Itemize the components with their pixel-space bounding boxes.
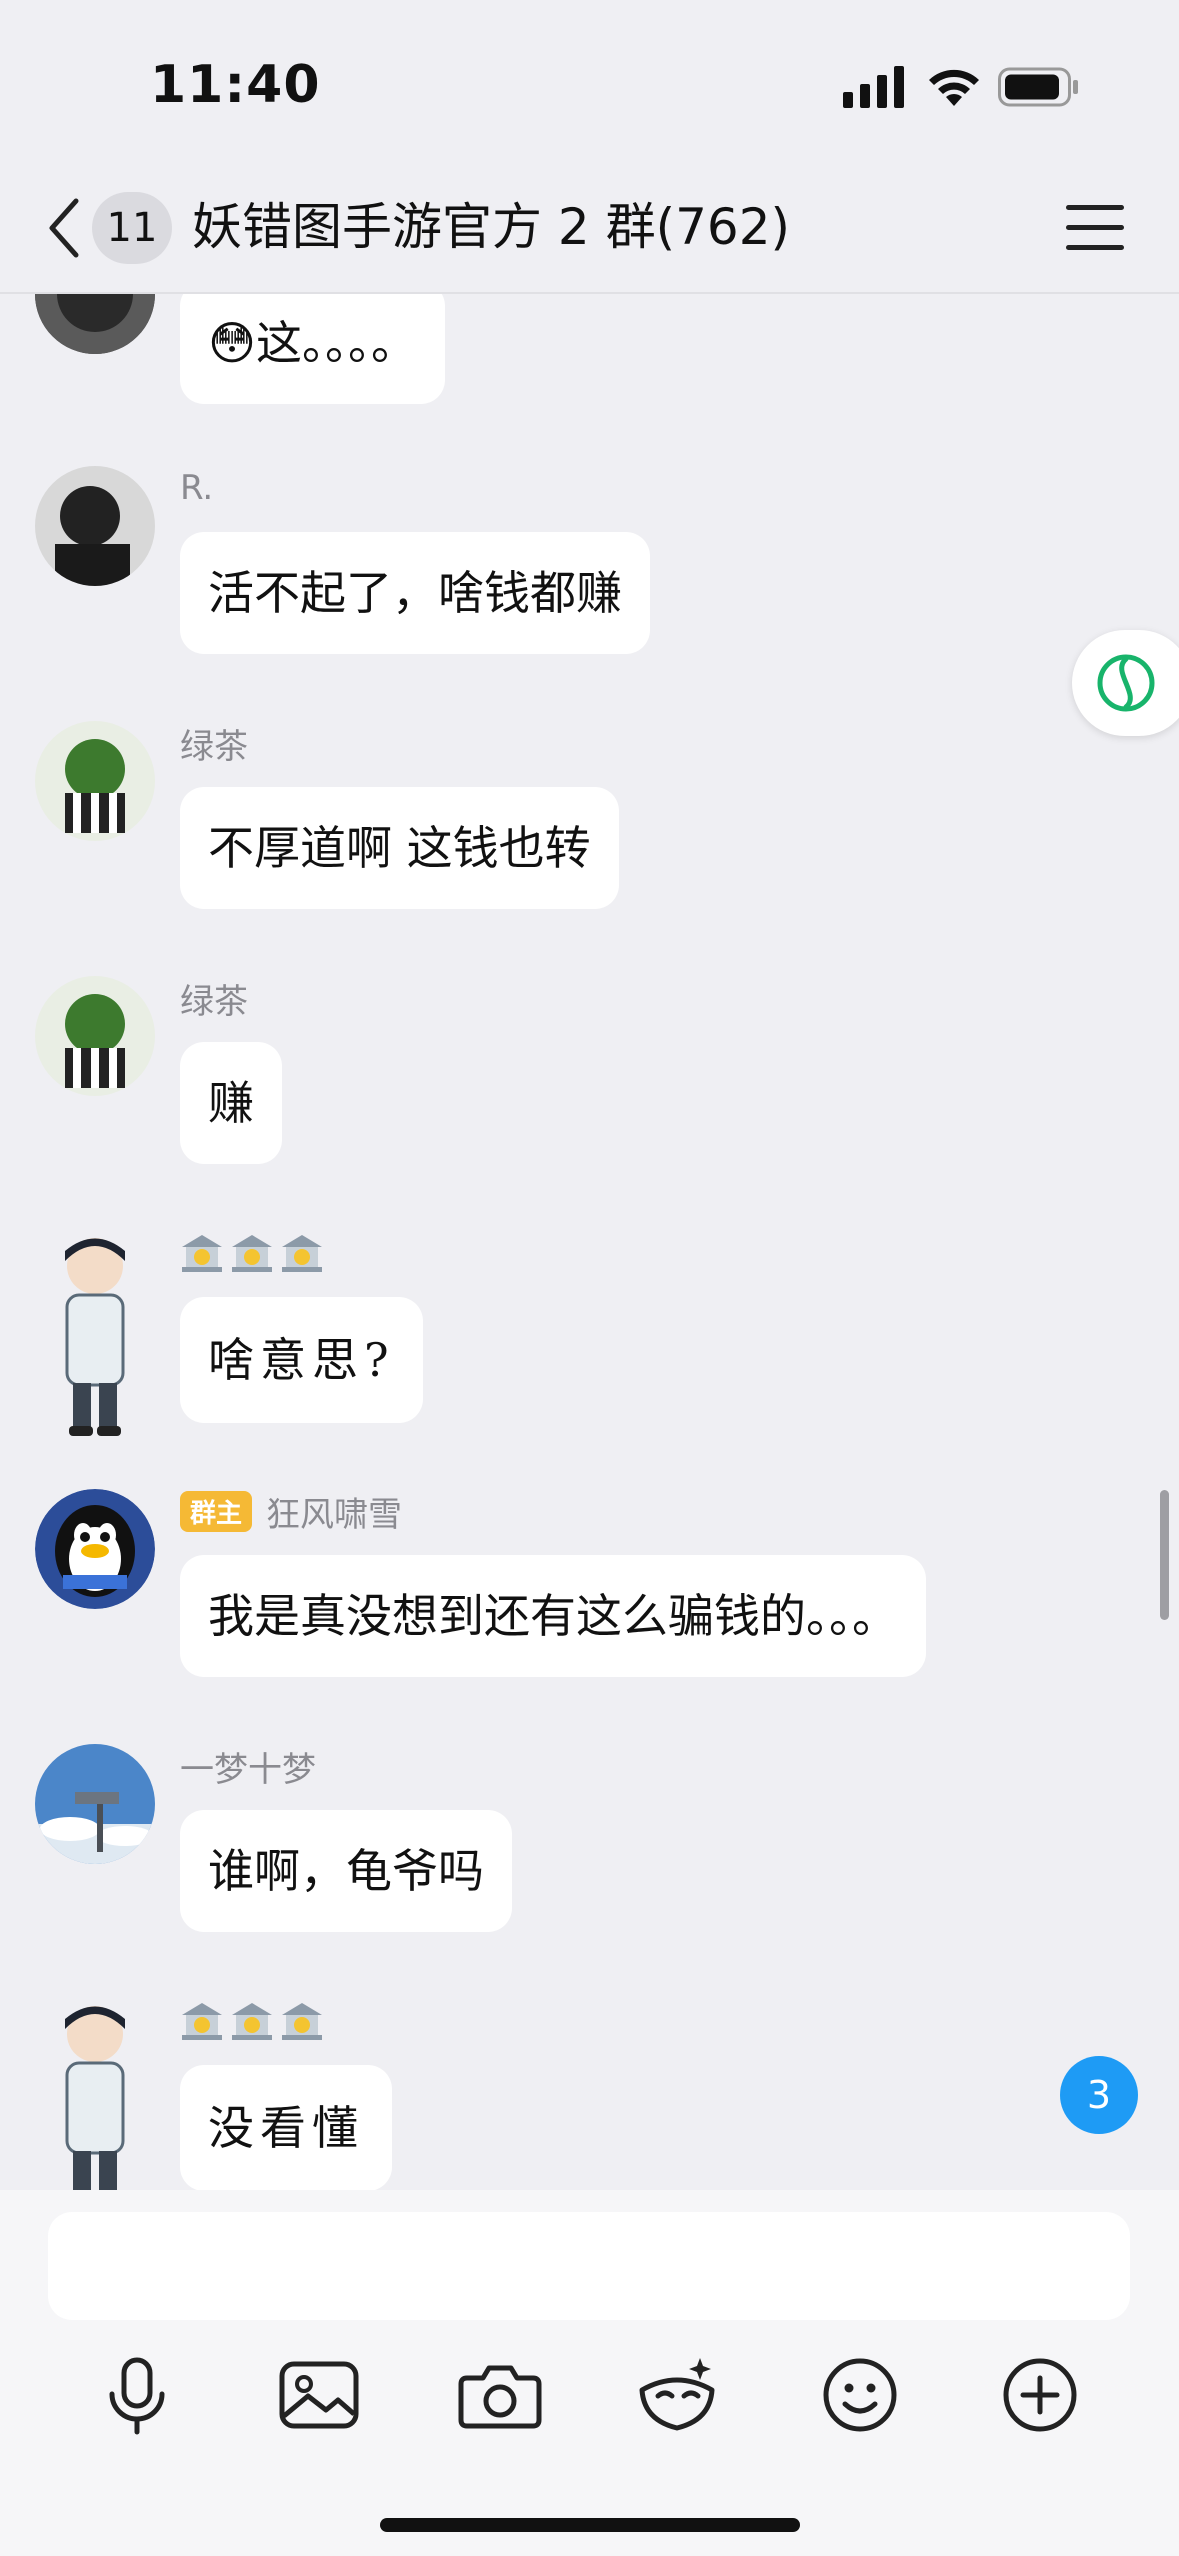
message-list[interactable]: 😳这。。。。 R. 活不起了，啥钱都赚 绿茶 不厚道啊 这钱也转 绿茶 赚 啥意…	[0, 294, 1179, 2190]
sender-name[interactable]: 狂风啸雪	[266, 1487, 402, 1536]
input-area	[0, 2190, 1179, 2556]
honor-bank-icon	[282, 2003, 322, 2040]
avatar-image	[35, 294, 155, 354]
chat-header: 11 妖错图手游官方 2 群(762)	[0, 165, 1179, 294]
avatar[interactable]	[35, 976, 155, 1096]
cellular-signal-icon	[843, 66, 904, 108]
app-swirl-icon	[1097, 654, 1155, 712]
message-bubble[interactable]: 啥意思?	[180, 1297, 423, 1423]
avatar[interactable]	[35, 294, 155, 354]
sender-line: 群主 狂风啸雪	[180, 1487, 402, 1536]
message-text: 不厚道啊 这钱也转	[208, 821, 591, 875]
avatar[interactable]	[35, 1489, 155, 1609]
sender-name[interactable]: R.	[180, 468, 213, 508]
honor-bank-icon	[182, 2003, 222, 2040]
scrollbar[interactable]	[1160, 1490, 1169, 1620]
message-bubble[interactable]: 不厚道啊 这钱也转	[180, 787, 619, 909]
camera-icon[interactable]	[455, 2350, 545, 2440]
microphone-icon[interactable]	[92, 2350, 182, 2440]
message-bubble[interactable]: 活不起了，啥钱都赚	[180, 532, 650, 654]
menu-button[interactable]	[1066, 205, 1124, 251]
message-text: 活不起了，啥钱都赚	[208, 566, 622, 620]
wifi-icon	[929, 69, 979, 106]
battery-icon	[998, 67, 1078, 107]
menu-line	[1066, 205, 1124, 210]
menu-line	[1066, 245, 1124, 250]
back-button[interactable]	[42, 195, 84, 261]
honor-bank-icon	[232, 1235, 272, 1272]
avatar[interactable]	[35, 1231, 155, 1441]
floating-app-button[interactable]	[1072, 630, 1179, 736]
avatar[interactable]	[35, 1999, 155, 2190]
sender-line: 绿茶	[180, 719, 248, 768]
sender-line: 一梦十梦	[180, 1742, 316, 1791]
emoji-icon[interactable]	[815, 2350, 905, 2440]
avatar-image	[35, 466, 155, 586]
mask-effect-icon[interactable]	[632, 2350, 722, 2440]
sender-name[interactable]: 绿茶	[180, 719, 248, 768]
avatar[interactable]	[35, 1744, 155, 1864]
message-bubble[interactable]: 我是真没想到还有这么骗钱的。。。	[180, 1555, 926, 1677]
plus-icon[interactable]	[995, 2350, 1085, 2440]
avatar-image	[35, 976, 155, 1096]
avatar-image	[35, 721, 155, 841]
sender-line: 绿茶	[180, 974, 248, 1023]
message-text: 谁啊，龟爷吗	[208, 1844, 484, 1898]
status-time: 11:40	[150, 55, 321, 115]
sender-name[interactable]: 绿茶	[180, 974, 248, 1023]
message-bubble[interactable]: 😳这。。。。	[180, 294, 445, 404]
message-input[interactable]	[48, 2212, 1130, 2320]
shocked-emoji-icon: 😳	[208, 316, 256, 370]
message-bubble[interactable]: 赚	[180, 1042, 282, 1164]
honor-bank-icon	[282, 1235, 322, 1272]
message-bubble[interactable]: 没看懂	[180, 2065, 392, 2190]
new-message-badge[interactable]: 3	[1060, 2056, 1138, 2134]
sender-line: R.	[180, 466, 213, 510]
message-text: 这。。。。	[255, 316, 417, 370]
message-text: 没看懂	[208, 2101, 364, 2155]
status-bar: 11:40	[0, 0, 1179, 165]
sender-line	[180, 1231, 330, 1275]
sender-name[interactable]: 一梦十梦	[180, 1742, 316, 1791]
menu-line	[1066, 225, 1124, 230]
image-icon[interactable]	[274, 2350, 364, 2440]
group-owner-badge: 群主	[180, 1490, 253, 1532]
chat-title[interactable]: 妖错图手游官方 2 群(762)	[192, 189, 790, 265]
message-text: 赚	[208, 1076, 254, 1130]
honor-bank-icon	[232, 2003, 272, 2040]
message-text: 我是真没想到还有这么骗钱的。。。	[208, 1589, 898, 1643]
home-indicator	[380, 2518, 800, 2532]
avatar[interactable]	[35, 466, 155, 586]
message-text: 啥意思?	[208, 1333, 395, 1387]
unread-count-badge[interactable]: 11	[92, 192, 172, 264]
sender-line	[180, 1999, 330, 2043]
avatar[interactable]	[35, 721, 155, 841]
message-bubble[interactable]: 谁啊，龟爷吗	[180, 1810, 512, 1932]
honor-bank-icon	[182, 1235, 222, 1272]
